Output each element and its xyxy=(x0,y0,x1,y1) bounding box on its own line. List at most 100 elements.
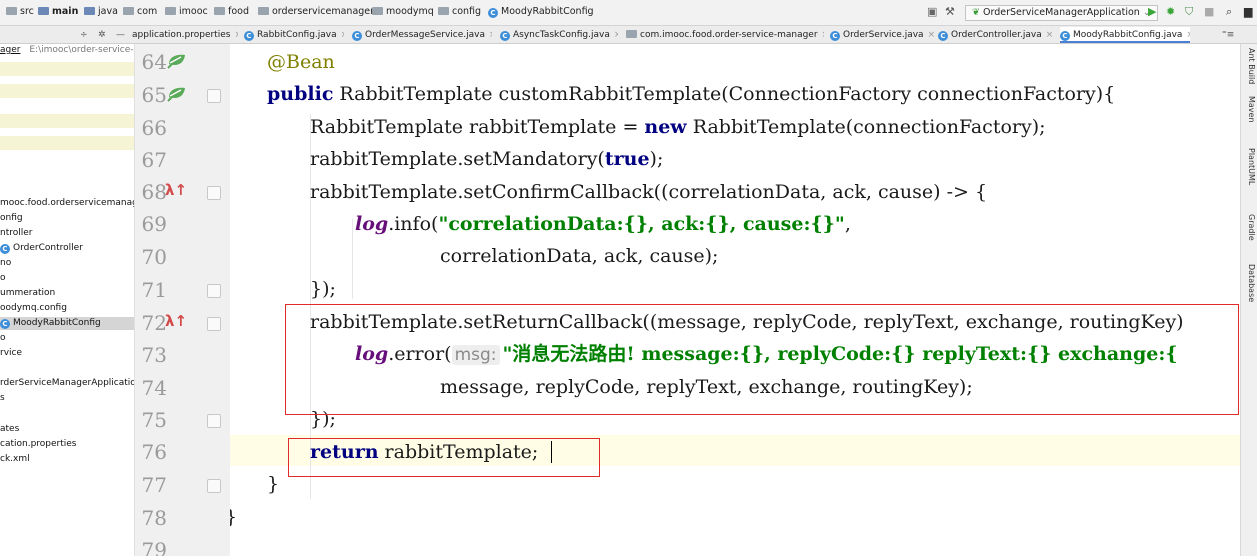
presentation-icon[interactable]: ▆ xyxy=(1244,4,1252,20)
fold-marker[interactable] xyxy=(207,284,221,298)
tree-item[interactable]: ntroller xyxy=(0,227,32,240)
highlight-box-return-statement xyxy=(288,438,600,477)
stop-icon[interactable]: ■ xyxy=(1204,4,1214,20)
breadcrumb-food[interactable]: food xyxy=(214,6,249,17)
spring-bean-icon[interactable] xyxy=(166,52,188,70)
tree-item[interactable]: onfig xyxy=(0,212,23,225)
breadcrumb-src[interactable]: src xyxy=(6,6,34,17)
fold-marker[interactable] xyxy=(207,317,221,331)
tree-item[interactable]: cation.properties xyxy=(0,438,77,451)
lambda-override-icon[interactable]: λ↑ xyxy=(165,312,187,330)
close-icon[interactable]: × xyxy=(489,30,492,40)
code-editor[interactable]: @Bean public RabbitTemplate customRabbit… xyxy=(230,44,1240,556)
tree-highlight xyxy=(0,114,134,128)
tab-order-service-manager[interactable]: com.imooc.food.order-service-manager× xyxy=(626,27,824,43)
build-hammer-icon[interactable]: ⚒ xyxy=(945,4,955,20)
tree-item[interactable]: mooc.food.orderservicemanage xyxy=(0,197,134,210)
close-icon[interactable]: × xyxy=(341,30,344,40)
code-line-70: correlationData, ack, cause); xyxy=(440,245,719,267)
fold-marker[interactable] xyxy=(207,479,221,493)
tab-orderservice[interactable]: C OrderService.java × xyxy=(830,27,934,43)
line-number: 66 xyxy=(141,116,167,140)
class-icon: C xyxy=(352,31,362,41)
tree-item[interactable]: ck.xml xyxy=(0,453,30,466)
line-number: 75 xyxy=(141,408,167,432)
close-icon[interactable]: × xyxy=(234,30,238,40)
tree-item[interactable]: o xyxy=(0,272,6,285)
breadcrumb-moodyrabbitconfig[interactable]: C MoodyRabbitConfig xyxy=(488,6,594,18)
tool-window-database[interactable]: Database xyxy=(1243,264,1256,302)
breadcrumb-java[interactable]: java xyxy=(84,6,118,17)
debug-icon[interactable]: ✹ xyxy=(1166,4,1175,20)
tree-highlight xyxy=(0,84,134,98)
search-icon[interactable]: ⌕ xyxy=(1226,4,1232,20)
module-icon xyxy=(626,30,637,38)
package-icon xyxy=(372,7,383,15)
tree-item[interactable]: ummeration xyxy=(0,287,55,300)
tab-asynctaskconfig[interactable]: C AsyncTaskConfig.java × xyxy=(500,27,618,43)
tree-item[interactable]: ates xyxy=(0,423,19,436)
tree-item[interactable]: C OrderController xyxy=(0,242,83,255)
tool-window-maven[interactable]: Maven xyxy=(1243,96,1256,123)
tab-moodyrabbitconfig[interactable]: CMoodyRabbitConfig.java× xyxy=(1060,27,1190,43)
tab-list-icon[interactable]: ⁼≡ xyxy=(1222,27,1242,43)
tree-item-selected[interactable]: C MoodyRabbitConfig xyxy=(0,317,134,330)
close-icon[interactable]: × xyxy=(614,30,618,40)
tree-item[interactable]: no xyxy=(0,257,11,270)
package-icon xyxy=(214,7,225,15)
close-icon[interactable]: × xyxy=(928,30,934,40)
fold-marker[interactable] xyxy=(207,414,221,428)
tree-item[interactable]: rvice xyxy=(0,347,22,360)
layout-icon[interactable]: ▣ xyxy=(927,4,937,20)
tool-window-ant-build[interactable]: Ant Build xyxy=(1243,48,1256,84)
collapse-icon[interactable]: ÷ xyxy=(80,27,96,43)
code-line-67: rabbitTemplate.setMandatory(true); xyxy=(310,148,664,170)
folder-icon xyxy=(6,7,17,15)
project-root[interactable]: ager E:\imooc\order-service-ma xyxy=(0,44,134,57)
breadcrumb-config[interactable]: config xyxy=(438,6,481,17)
fold-marker[interactable] xyxy=(207,89,221,103)
breadcrumb-main[interactable]: main xyxy=(38,6,78,17)
tab-rabbitconfig[interactable]: CRabbitConfig.java× xyxy=(244,27,344,43)
breadcrumb-moodymq[interactable]: moodymq xyxy=(372,6,434,17)
line-number: 78 xyxy=(141,506,167,530)
code-line-69: log.info("correlationData:{}, ack:{}, ca… xyxy=(355,213,851,235)
breadcrumb-com[interactable]: com xyxy=(123,6,157,17)
lambda-override-icon[interactable]: λ↑ xyxy=(165,181,187,199)
tab-ordermessageservice[interactable]: COrderMessageService.java× xyxy=(352,27,492,43)
package-icon xyxy=(123,7,134,15)
line-number: 65 xyxy=(141,83,167,107)
project-tree: ager E:\imooc\order-service-ma mooc.food… xyxy=(0,44,135,556)
close-icon[interactable]: × xyxy=(1186,30,1190,40)
tree-item[interactable]: rderServiceManagerApplication xyxy=(0,377,134,390)
class-icon: C xyxy=(0,244,10,254)
run-configuration-select[interactable]: ❦ OrderServiceManagerApplication ⌄ xyxy=(965,5,1158,21)
class-icon: C xyxy=(244,31,254,41)
spring-bean-icon[interactable] xyxy=(166,85,188,103)
run-icon[interactable]: ▶ xyxy=(1148,4,1156,20)
tree-item[interactable]: oodymq.config xyxy=(0,302,67,315)
tree-item[interactable]: o xyxy=(0,332,6,345)
spring-leaf-icon: ❦ xyxy=(972,7,980,18)
class-icon: C xyxy=(0,319,10,329)
tab-ordercontroller[interactable]: C OrderController.java × xyxy=(938,27,1056,43)
line-number: 77 xyxy=(141,473,167,497)
line-number: 79 xyxy=(141,538,167,556)
close-icon[interactable]: × xyxy=(822,30,824,40)
tree-item[interactable]: s xyxy=(0,392,5,405)
close-icon[interactable]: × xyxy=(1046,30,1054,40)
navigation-bar: src main java com imooc food orderservic… xyxy=(0,0,1257,26)
breadcrumb-orderservicemanager[interactable]: orderservicemanager xyxy=(258,6,374,17)
gear-icon[interactable]: ✲ xyxy=(98,27,110,43)
fold-marker[interactable] xyxy=(207,186,221,200)
code-line-77: } xyxy=(267,473,280,495)
tool-window-plantuml[interactable]: PlantUML xyxy=(1243,148,1256,185)
editor-tabs: ÷ ✲ — application.properties× CRabbitCon… xyxy=(0,26,1257,44)
minimize-icon[interactable]: — xyxy=(116,27,128,43)
tool-window-gradle[interactable]: Gradle xyxy=(1243,214,1256,241)
folder-icon xyxy=(84,7,95,15)
code-line-65: public RabbitTemplate customRabbitTempla… xyxy=(267,83,1116,105)
breadcrumb-imooc[interactable]: imooc xyxy=(165,6,208,17)
tab-application-properties[interactable]: application.properties× xyxy=(132,27,238,43)
coverage-icon[interactable]: ⛉ xyxy=(1185,4,1193,20)
